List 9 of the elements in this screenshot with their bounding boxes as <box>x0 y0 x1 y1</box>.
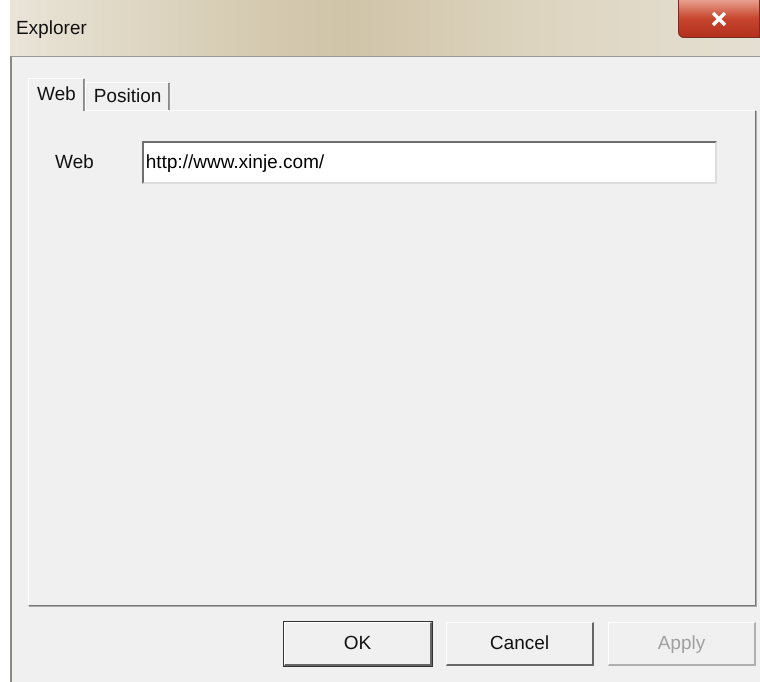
dialog-button[interactable]: OK <box>284 622 432 666</box>
field-label: Web <box>55 152 94 174</box>
close-icon <box>711 10 727 26</box>
web-input-field[interactable]: http://www.xinje.com/ <box>142 141 717 184</box>
close-button[interactable] <box>678 0 760 38</box>
tab[interactable]: Web <box>28 78 85 111</box>
window-title: Explorer <box>16 18 87 40</box>
tab[interactable]: Position <box>84 82 170 111</box>
dialog-button[interactable]: Cancel <box>446 622 594 666</box>
